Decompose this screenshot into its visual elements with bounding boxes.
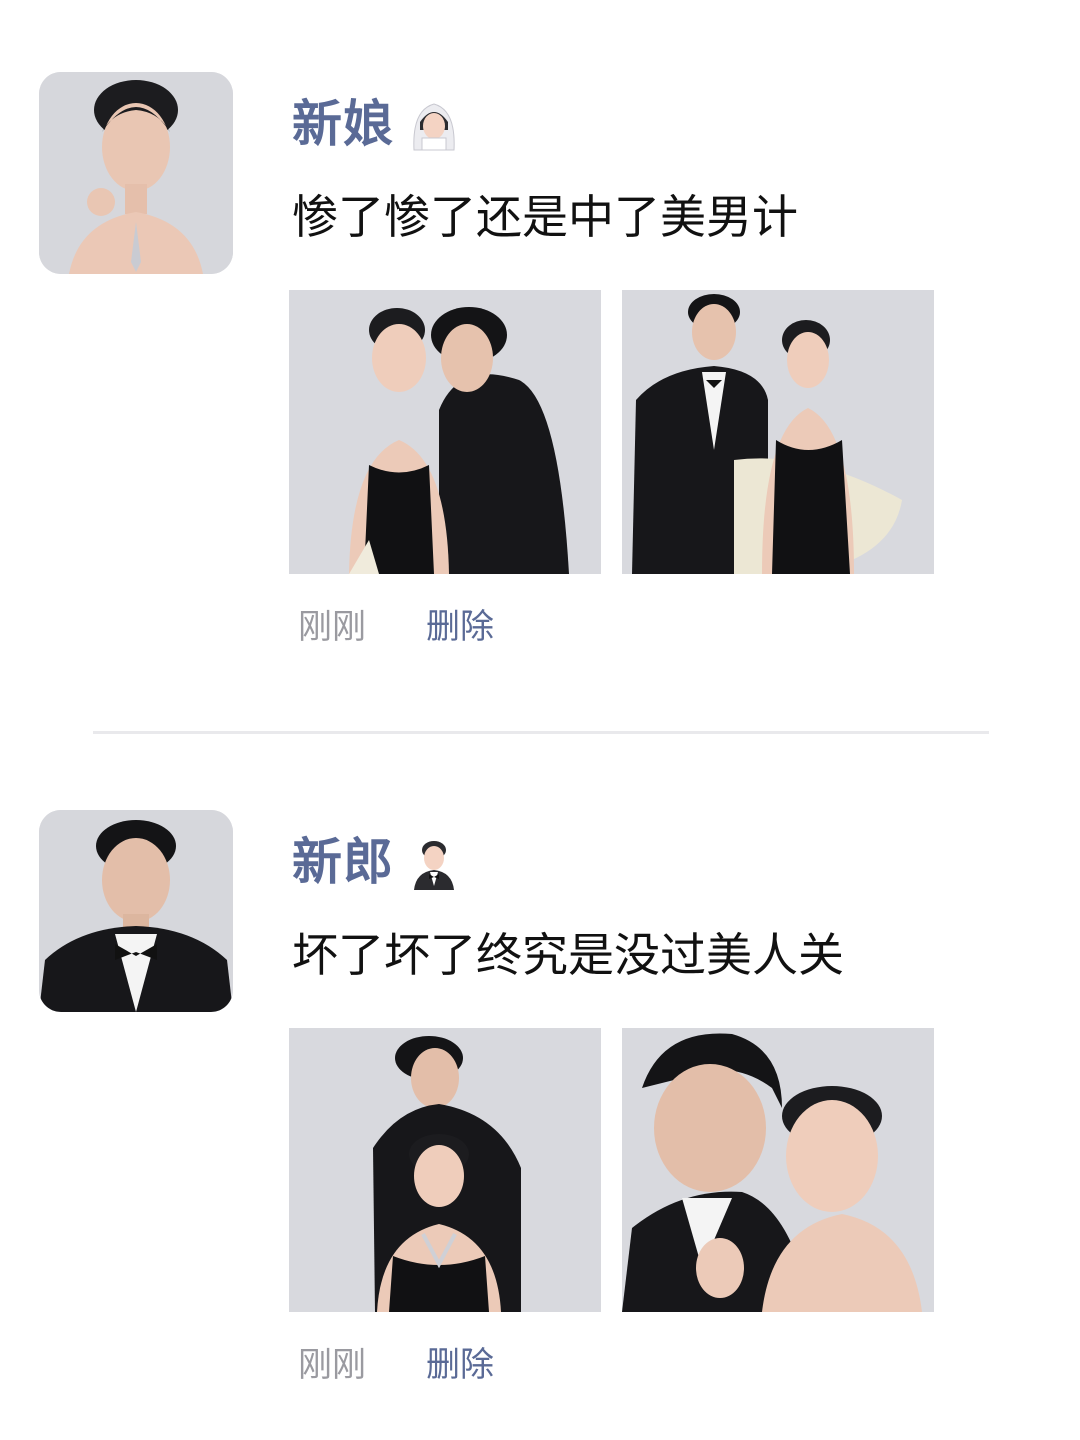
post-meta: 刚刚 删除 — [298, 610, 494, 644]
author-name[interactable]: 新郎 — [292, 837, 394, 887]
groom-emoji-icon — [406, 834, 462, 890]
author-row: 新娘 — [292, 92, 462, 156]
bride-emoji-icon — [406, 96, 462, 152]
post-caption: 惨了惨了还是中了美男计 — [292, 190, 798, 244]
avatar[interactable] — [39, 72, 233, 274]
post-photo[interactable] — [289, 1028, 601, 1312]
post-meta: 刚刚 删除 — [298, 1348, 494, 1382]
post-photo[interactable] — [622, 1028, 934, 1312]
post-photo[interactable] — [289, 290, 601, 574]
avatar[interactable] — [39, 810, 233, 1012]
post-caption: 坏了坏了终究是没过美人关 — [292, 928, 844, 982]
moments-feed: 新娘 惨了惨了还是中了美男计 刚刚 删除 新郎 坏了坏了终究是没过美人关 刚刚 … — [0, 0, 1080, 1440]
author-row: 新郎 — [292, 830, 462, 894]
author-name[interactable]: 新娘 — [292, 99, 394, 149]
timestamp: 刚刚 — [298, 607, 366, 647]
post-photo[interactable] — [622, 290, 934, 574]
delete-button[interactable]: 删除 — [426, 610, 494, 644]
timestamp: 刚刚 — [298, 1345, 366, 1385]
divider — [93, 731, 989, 734]
delete-button[interactable]: 删除 — [426, 1348, 494, 1382]
